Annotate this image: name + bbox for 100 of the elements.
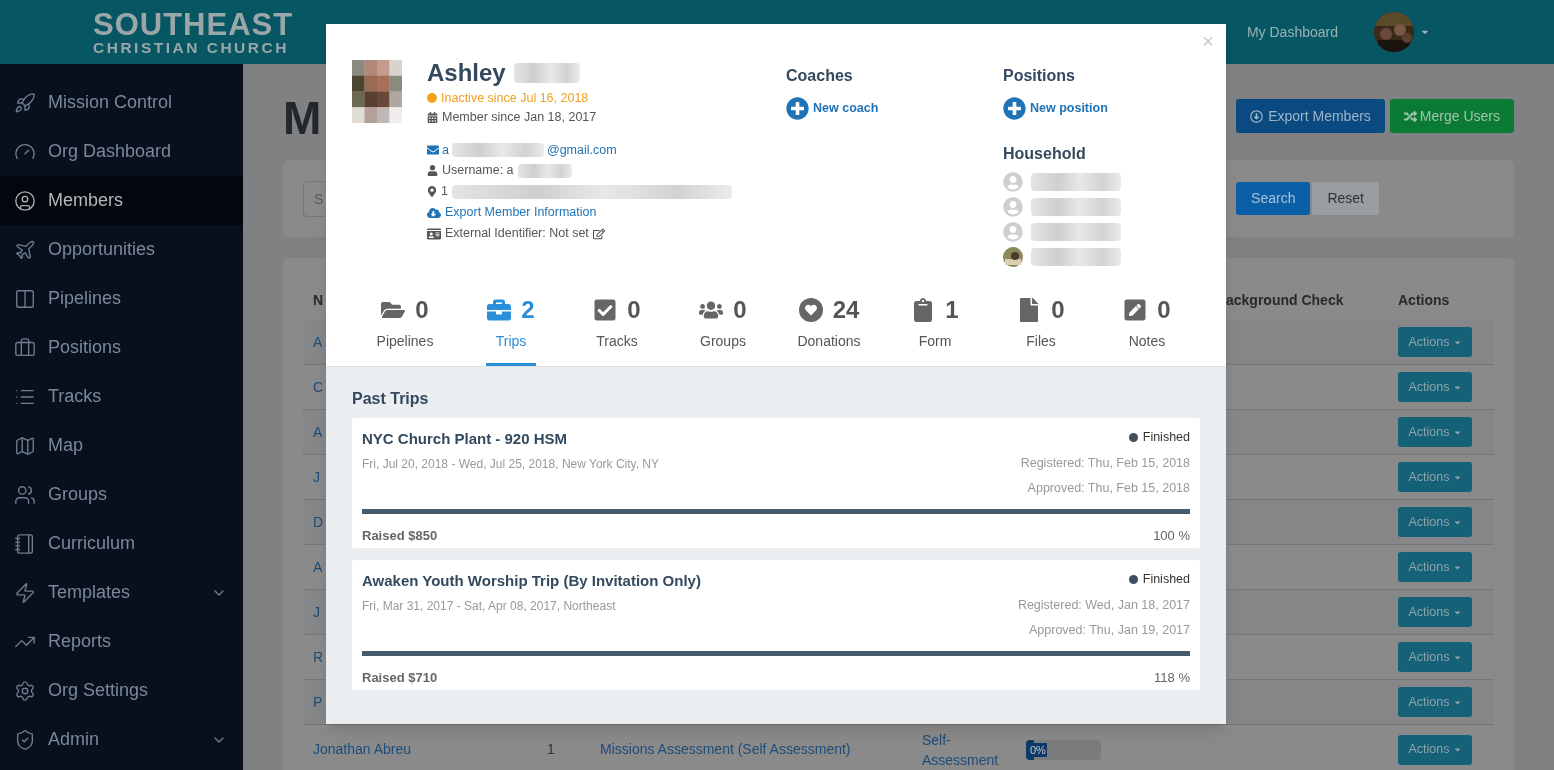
email-link[interactable]: @gmail.com	[546, 140, 617, 160]
approved-date: Approved: Thu, Feb 15, 2018	[1027, 479, 1190, 497]
actions-button[interactable]: Actions	[1398, 734, 1472, 765]
settings-icon	[14, 679, 36, 702]
new-position-button[interactable]: New position	[1003, 97, 1108, 120]
user-icon	[427, 165, 438, 176]
sidebar-item[interactable]: Org Settings	[0, 666, 243, 715]
column-header: N	[313, 291, 324, 310]
registered-date: Registered: Thu, Feb 15, 2018	[1020, 454, 1190, 472]
blurred-text	[513, 63, 580, 83]
sidebar-item[interactable]: Pipelines	[0, 274, 243, 323]
approved-date: Approved: Thu, Jan 19, 2017	[1029, 621, 1190, 639]
merge-users-button[interactable]: Merge Users	[1389, 99, 1514, 133]
actions-button[interactable]: Actions	[1398, 597, 1472, 627]
username-text: Username: a	[442, 162, 514, 180]
edit-icon	[592, 227, 605, 240]
id-card-icon	[427, 226, 441, 241]
sidebar-item[interactable]: Opportunities	[0, 225, 243, 274]
actions-button[interactable]: Actions	[1398, 507, 1472, 537]
user-menu[interactable]	[1374, 12, 1430, 52]
member-link[interactable]: Jonathan Abreu	[303, 739, 540, 760]
column-header: Actions	[1397, 291, 1451, 310]
edit-icon	[1123, 298, 1148, 322]
reset-button[interactable]: Reset	[1312, 182, 1379, 215]
sidebar-item[interactable]: Members	[0, 176, 243, 225]
calendar-icon	[427, 111, 438, 123]
sidebar-item[interactable]: Org Dashboard	[0, 127, 243, 176]
tab[interactable]: 0 Files	[1016, 290, 1066, 366]
assessment-link[interactable]: Missions Assessment (Self Assessment)	[600, 739, 922, 760]
plane-icon	[14, 238, 36, 261]
actions-button[interactable]: Actions	[1398, 687, 1472, 717]
actions-button[interactable]: Actions	[1398, 642, 1472, 672]
actions-button[interactable]: Actions	[1398, 372, 1472, 402]
sidebar-item[interactable]: Positions	[0, 323, 243, 372]
tab[interactable]: 2 Trips	[485, 290, 537, 366]
shuffle-icon	[1403, 109, 1417, 123]
raised-percent: 100 %	[1153, 527, 1190, 546]
church-logo[interactable]: SOUTHEAST CHRISTIAN CHURCH	[93, 8, 294, 56]
tab[interactable]: 0 Groups	[690, 290, 756, 366]
plus-icon	[786, 97, 809, 120]
actions-button[interactable]: Actions	[1398, 552, 1472, 582]
tab[interactable]: 1 Form	[908, 290, 962, 366]
section-heading: Household	[1003, 144, 1087, 164]
trip-title: Awaken Youth Worship Trip (By Invitation Only)	[362, 571, 701, 591]
sidebar-item[interactable]: Groups	[0, 470, 243, 519]
progress-text: 0%	[1029, 742, 1047, 757]
dashboard-link[interactable]: My Dashboard	[1246, 21, 1338, 43]
sidebar-item[interactable]: Admin	[0, 715, 243, 764]
sidebar-item[interactable]: Reports	[0, 617, 243, 666]
external-id-text: External Identifier: Not set	[445, 225, 589, 243]
default-avatar-icon	[1003, 197, 1023, 217]
sidebar-item[interactable]: Templates	[0, 568, 243, 617]
tab[interactable]: 0 Notes	[1118, 290, 1176, 366]
trip-title: NYC Church Plant - 920 HSM	[362, 429, 569, 449]
map-pin-icon	[427, 186, 437, 197]
trip-dates: Fri, Jul 20, 2018 - Wed, Jul 25, 2018, New York City, NY	[362, 455, 660, 473]
registered-date: Registered: Wed, Jan 18, 2017	[1017, 596, 1190, 614]
tab[interactable]: 24 Donations	[787, 290, 871, 366]
default-avatar-icon	[1003, 172, 1023, 192]
lightning-icon	[14, 581, 36, 604]
notebook-icon	[14, 532, 36, 555]
page-title: M	[283, 91, 322, 146]
actions-button[interactable]: Actions	[1398, 327, 1472, 357]
search-button[interactable]: Search	[1236, 182, 1311, 215]
sidebar-item[interactable]: Map	[0, 421, 243, 470]
export-members-button[interactable]: Export Members	[1236, 99, 1385, 133]
export-member-link[interactable]: Export Member Information	[445, 203, 597, 222]
member-since: Member since Jan 18, 2017	[442, 108, 597, 126]
briefcase-icon	[487, 298, 512, 322]
rocket-icon	[14, 91, 36, 114]
raised-percent: 118 %	[1154, 669, 1190, 688]
column-header: ackground Check	[1225, 291, 1345, 310]
trip-status: Finished	[1142, 429, 1190, 446]
tab[interactable]: 0 Pipelines	[366, 290, 444, 366]
trip-dates: Fri, Mar 31, 2017 - Sat, Apr 08, 2017, Northeast	[362, 597, 617, 615]
table-cell-text: Self-Assessment	[922, 730, 1000, 770]
envelope-icon	[427, 144, 439, 156]
status-text: Inactive since Jul 16, 2018	[441, 89, 589, 107]
actions-button[interactable]: Actions	[1398, 417, 1472, 447]
caret-icon	[1452, 745, 1462, 754]
map-icon	[14, 434, 36, 457]
section-heading: Coaches	[786, 66, 854, 86]
raised-amount: Raised $850	[362, 527, 438, 546]
columns-icon	[14, 287, 36, 310]
trip-status: Finished	[1142, 571, 1190, 588]
new-coach-button[interactable]: New coach	[786, 97, 879, 120]
table-cell-text: 1	[546, 740, 556, 759]
tab[interactable]: 0 Tracks	[586, 290, 648, 366]
email-start: a	[442, 141, 449, 159]
actions-button[interactable]: Actions	[1398, 462, 1472, 492]
sidebar-item[interactable]: Tracks	[0, 372, 243, 421]
users-icon	[14, 483, 36, 506]
sidebar-item[interactable]: Curriculum	[0, 519, 243, 568]
download-icon	[1250, 109, 1264, 123]
plus-icon	[1003, 97, 1026, 120]
section-heading: Past Trips	[352, 389, 430, 409]
sidebar-item[interactable]: Mission Control	[0, 78, 243, 127]
section-heading: Positions	[1003, 66, 1076, 86]
default-avatar-icon	[1003, 222, 1023, 242]
blurred-text	[517, 163, 572, 178]
